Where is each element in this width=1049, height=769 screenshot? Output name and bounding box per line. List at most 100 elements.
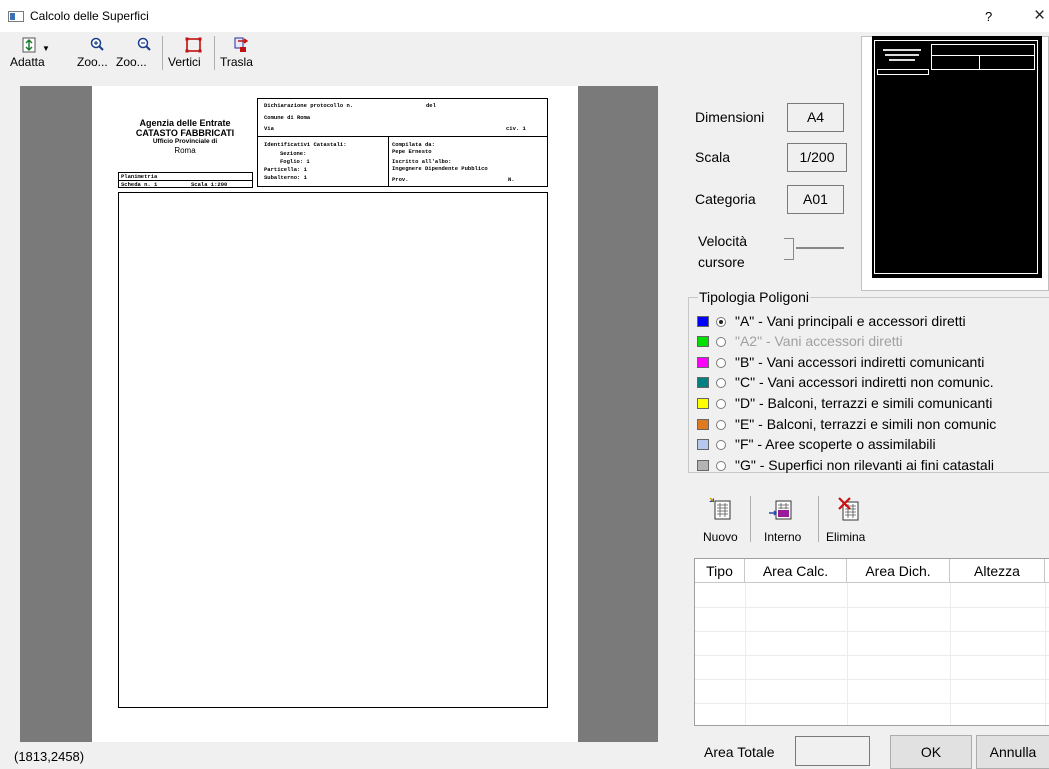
zoom-in-button[interactable]: Zoo...	[76, 34, 112, 72]
help-button[interactable]: ?	[985, 9, 992, 24]
scala-field: 1/200	[787, 143, 847, 172]
color-swatch	[697, 398, 709, 409]
close-button[interactable]: ×	[1034, 5, 1045, 27]
translate-icon	[234, 37, 249, 52]
table-gridline	[695, 607, 1049, 608]
column-header-tipo[interactable]: Tipo	[695, 559, 745, 583]
column-header-area-calc[interactable]: Area Calc.	[745, 559, 847, 583]
radio-button[interactable]	[716, 358, 726, 368]
radio-button[interactable]	[716, 461, 726, 471]
zoom-out-icon	[137, 37, 151, 51]
delete-polygon-icon	[838, 497, 859, 521]
ok-button[interactable]: OK	[890, 735, 972, 769]
n-text: N.	[508, 176, 515, 183]
polygon-type-label: "F" - Aree scoperte o assimilabili	[735, 436, 936, 452]
polygon-types-title: Tipologia Poligoni	[698, 289, 810, 305]
slider-thumb[interactable]	[784, 238, 794, 260]
plan-scale: Scala 1:200	[191, 181, 228, 188]
table-gridline	[695, 703, 1049, 704]
civ-text: civ. 1	[506, 125, 526, 132]
table-gridline	[695, 631, 1049, 632]
toolbar-separator	[162, 36, 163, 70]
cursor-speed-slider[interactable]	[782, 236, 846, 264]
color-swatch	[697, 377, 709, 388]
cancel-button[interactable]: Annulla	[976, 735, 1049, 769]
ident-text: Identificativi Catastali:	[264, 141, 347, 148]
radio-button[interactable]	[716, 378, 726, 388]
categoria-field: A01	[787, 185, 844, 214]
color-swatch	[697, 357, 709, 368]
zoom-in-icon	[90, 37, 104, 51]
canvas-margin-right	[578, 86, 658, 742]
cadastre-name: CATASTO FABBRICATI	[135, 128, 235, 138]
author-text: Pepe Ernesto	[392, 148, 432, 155]
minimap-title-line	[883, 49, 921, 51]
cursor-coordinates: (1813,2458)	[14, 749, 85, 764]
plan-title: Planimetria	[121, 173, 158, 180]
color-swatch	[697, 460, 709, 471]
polygon-type-label: "A" - Vani principali e accessori dirett…	[735, 313, 966, 329]
column-header-area-dich[interactable]: Area Dich.	[847, 559, 950, 583]
app-icon	[8, 11, 24, 22]
inner-polygon-button[interactable]: Interno	[758, 494, 812, 544]
minimap-title-line	[885, 54, 919, 56]
polygon-type-label: "G" - Superfici non rilevanti ai fini ca…	[735, 457, 994, 473]
table-gridline	[695, 679, 1049, 680]
agency-name: Agenzia delle Entrate	[139, 118, 231, 128]
header-divider	[258, 136, 547, 137]
via-text: Via	[264, 125, 274, 132]
polygon-type-label: "B" - Vani accessori indiretti comunican…	[735, 354, 985, 370]
vertices-button[interactable]: Vertici	[168, 34, 210, 72]
dimensioni-field: A4	[787, 103, 844, 132]
radio-button[interactable]	[716, 420, 726, 430]
polygon-table[interactable]: Tipo Area Calc. Area Dich. Altezza	[694, 558, 1049, 726]
subalterno-text: Subalterno: 1	[264, 174, 307, 181]
inner-polygon-label: Interno	[764, 530, 802, 544]
polygon-type-label: "E" - Balconi, terrazzi e simili non com…	[735, 416, 997, 432]
fit-button[interactable]: ▼ Adatta	[10, 34, 50, 72]
radio-button[interactable]	[716, 317, 726, 327]
foglio-text: Foglio: 1	[280, 158, 310, 165]
area-total-label: Area Totale	[704, 744, 775, 760]
delete-polygon-button[interactable]: Elimina	[824, 494, 872, 544]
radio-button[interactable]	[716, 337, 726, 347]
action-separator	[818, 496, 819, 542]
protocol-text: Dichiarazione protocollo n.	[264, 102, 354, 109]
minimap-plan-box	[877, 69, 929, 75]
dropdown-arrow-icon[interactable]: ▼	[42, 44, 50, 53]
vertices-icon	[185, 37, 202, 53]
radio-button[interactable]	[716, 440, 726, 450]
table-gridline	[1045, 583, 1046, 725]
drawing-frame[interactable]	[118, 192, 548, 708]
new-polygon-icon	[709, 497, 731, 520]
particella-text: Particella: 1	[264, 166, 307, 173]
translate-button[interactable]: Trasla	[220, 34, 260, 72]
area-total-field	[795, 736, 870, 766]
del-text: del	[426, 102, 436, 109]
polygon-type-label: "A2" - Vani accessori diretti	[735, 333, 903, 349]
window-title: Calcolo delle Superfici	[30, 9, 149, 23]
table-gridline	[950, 583, 951, 725]
categoria-label: Categoria	[695, 191, 756, 207]
column-header-altezza[interactable]: Altezza	[950, 559, 1045, 583]
dimensioni-label: Dimensioni	[695, 109, 765, 125]
color-swatch	[697, 336, 709, 347]
header-column-divider	[388, 136, 389, 187]
table-gridline	[695, 655, 1049, 656]
column-header-filler	[1045, 559, 1049, 583]
color-swatch	[697, 439, 709, 450]
zoom-out-button[interactable]: Zoo...	[114, 34, 151, 72]
slider-track	[796, 247, 844, 249]
minimap-header-box	[931, 44, 1035, 70]
new-polygon-button[interactable]: Nuovo	[700, 494, 746, 544]
table-gridline	[745, 583, 746, 725]
inner-polygon-icon	[769, 500, 792, 520]
canvas-margin-left	[20, 86, 92, 742]
cursore-label: cursore	[698, 254, 745, 270]
delete-polygon-label: Elimina	[826, 530, 866, 544]
action-separator	[750, 496, 751, 542]
toolbar: ▼ Adatta Zoo... Zoo... Vertici Trasla	[10, 34, 272, 72]
radio-button[interactable]	[716, 399, 726, 409]
color-swatch	[697, 316, 709, 327]
velocita-label: Velocità	[698, 233, 748, 249]
